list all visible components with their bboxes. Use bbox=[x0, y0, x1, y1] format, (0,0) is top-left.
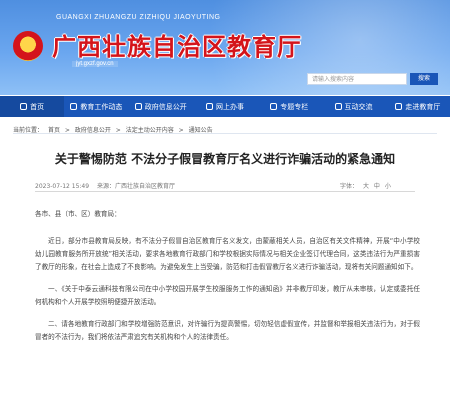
header-banner: GUANGXI ZHUANGZU ZIZHIQU JIAOYUTING 广西壮族… bbox=[0, 0, 450, 95]
nav-item-label: 政府信息公开 bbox=[144, 102, 187, 111]
nav-item-online-service[interactable]: 网上办事 bbox=[193, 96, 257, 117]
home-icon bbox=[20, 103, 28, 110]
article-source: 来源：广西壮族自治区教育厅 bbox=[97, 183, 176, 190]
font-size-label: 字体： bbox=[340, 183, 359, 190]
nav-item-home[interactable]: 首页 bbox=[0, 96, 65, 117]
article-meta: 2023-07-12 15:49 来源：广西壮族自治区教育厅 bbox=[35, 181, 181, 190]
article-paragraph: 一、《关于中泰云通科技有限公司在中小学校园开展学生校服服务工作的通知函》并非教厅… bbox=[35, 285, 420, 306]
search-button[interactable]: 搜索 bbox=[410, 73, 438, 85]
nav-item-interaction[interactable]: 互动交流 bbox=[321, 96, 385, 117]
building-icon bbox=[395, 103, 403, 110]
font-size-switcher: 字体： 大 中 小 bbox=[340, 181, 394, 190]
article-date: 2023-07-12 15:49 bbox=[35, 183, 90, 190]
font-size-medium[interactable]: 中 bbox=[374, 183, 380, 190]
nav-item-label: 互动交流 bbox=[344, 102, 373, 111]
nav-item-label: 教育工作动态 bbox=[80, 102, 123, 111]
site-url: jyt.gxzf.gov.cn bbox=[72, 61, 118, 67]
nav-item-about[interactable]: 走进教育厅 bbox=[386, 96, 450, 117]
nav-item-news[interactable]: 教育工作动态 bbox=[64, 96, 128, 117]
site-pinyin: GUANGXI ZHUANGZU ZIZHIQU JIAOYUTING bbox=[56, 14, 221, 21]
nav-item-info-disclosure[interactable]: 政府信息公开 bbox=[129, 96, 193, 117]
search-input[interactable]: 请输入搜索内容 bbox=[307, 73, 407, 85]
nav-item-label: 专题专栏 bbox=[280, 102, 309, 111]
document-icon bbox=[134, 103, 142, 110]
site-title[interactable]: 广西壮族自治区教育厅 bbox=[52, 27, 302, 62]
divider bbox=[13, 133, 437, 134]
chat-icon bbox=[334, 103, 342, 110]
main-nav: 首页 教育工作动态 政府信息公开 网上办事 专题专栏 互动交流 走进教育厅 bbox=[0, 96, 450, 117]
article-body: 各市、县（市、区）教育局： 近日，部分市县教育局反映，有不法分子假冒自治区教育厅… bbox=[35, 208, 420, 353]
column-icon bbox=[270, 103, 278, 110]
article-paragraph: 近日，部分市县教育局反映，有不法分子假冒自治区教育厅名义发文，由蒙蔽相关人员，自… bbox=[35, 237, 420, 271]
nav-item-label: 首页 bbox=[30, 102, 45, 111]
font-size-small[interactable]: 小 bbox=[385, 183, 391, 190]
service-icon bbox=[205, 103, 213, 110]
nav-item-label: 网上办事 bbox=[215, 102, 244, 111]
article-salutation: 各市、县（市、区）教育局： bbox=[35, 210, 121, 218]
nav-item-label: 走进教育厅 bbox=[405, 102, 441, 111]
nav-item-special-column[interactable]: 专题专栏 bbox=[257, 96, 321, 117]
news-icon bbox=[70, 103, 78, 110]
font-size-large[interactable]: 大 bbox=[363, 183, 369, 190]
article-title: 关于警惕防范 不法分子假冒教育厅名义进行诈骗活动的紧急通知 bbox=[54, 152, 396, 166]
national-emblem-icon bbox=[13, 31, 43, 61]
divider bbox=[35, 191, 415, 192]
page: GUANGXI ZHUANGZU ZIZHIQU JIAOYUTING 广西壮族… bbox=[0, 0, 450, 402]
article-paragraph: 二、请各地教育行政部门和学校增强防范意识，对许骗行为提高警惕，切勿轻信虚假宣传，… bbox=[35, 320, 420, 341]
